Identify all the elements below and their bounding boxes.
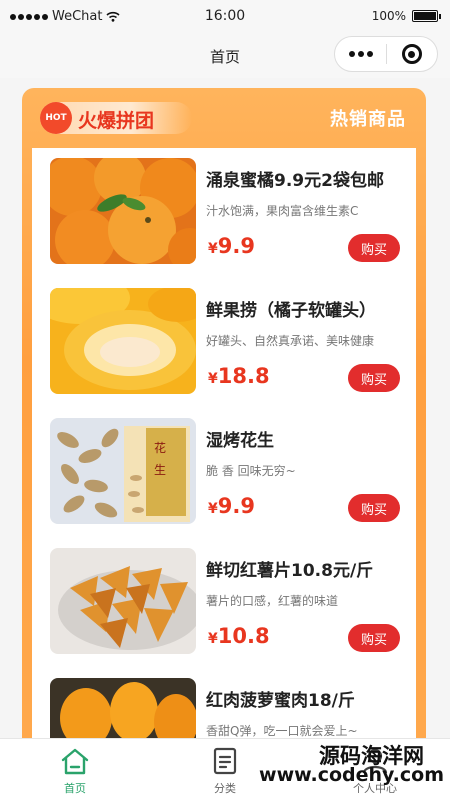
product-desc: 薯片的口感，红薯的味道 (206, 594, 339, 608)
watermark-url: www.codehy.com (259, 764, 444, 786)
hot-group-title: 火爆拼团 (78, 110, 155, 132)
battery-info: 100% (371, 9, 441, 23)
currency-symbol: ¥ (208, 501, 218, 517)
product-info: 涌泉蜜橘9.9元2袋包邮 汁水饱满，果肉富含维生素C ¥9.9 购买 (206, 158, 400, 264)
product-card[interactable]: 花 生 湿烤花生 脆 香 回味无穷~ ¥9.9 购买 (50, 418, 400, 526)
product-desc: 好罐头、自然真承诺、美味健康 (206, 334, 375, 348)
price-value: 18.8 (217, 364, 270, 388)
product-image-sweet-potato-chips[interactable] (50, 548, 196, 654)
product-title[interactable]: 湿烤花生 (206, 426, 400, 451)
buy-button[interactable]: 购买 (348, 494, 400, 522)
category-icon (213, 747, 237, 775)
hot-products-panel: HOT 火爆拼团 热销商品 涌泉蜜橘9.9元2袋包邮 汁水饱满，果肉富含维生素C… (22, 88, 426, 768)
product-title[interactable]: 鲜果捞（橘子软罐头） (206, 296, 400, 321)
product-price: ¥18.8 (208, 364, 270, 388)
product-info: 鲜果捞（橘子软罐头） 好罐头、自然真承诺、美味健康 ¥18.8 购买 (206, 288, 400, 394)
price-value: 9.9 (217, 494, 255, 518)
product-image-peanuts[interactable]: 花 生 (50, 418, 196, 524)
product-card[interactable]: 涌泉蜜橘9.9元2袋包邮 汁水饱满，果肉富含维生素C ¥9.9 购买 (50, 158, 400, 266)
product-card[interactable]: 鲜果捞（橘子软罐头） 好罐头、自然真承诺、美味健康 ¥18.8 购买 (50, 288, 400, 396)
product-list: 涌泉蜜橘9.9元2袋包邮 汁水饱满，果肉富含维生素C ¥9.9 购买 鲜果捞（橘 (32, 148, 416, 768)
buy-button[interactable]: 购买 (348, 234, 400, 262)
product-image-mandarin[interactable] (50, 158, 196, 264)
product-price: ¥10.8 (208, 624, 270, 648)
panel-header: HOT 火爆拼团 热销商品 (22, 88, 426, 146)
status-bar: WeChat 16:00 100% (0, 0, 450, 34)
product-title[interactable]: 鲜切红薯片10.8元/斤 (206, 556, 400, 581)
product-title[interactable]: 红肉菠萝蜜肉18/斤 (206, 686, 400, 711)
home-icon (61, 748, 89, 775)
mini-program-capsule (334, 36, 438, 72)
currency-symbol: ¥ (208, 241, 218, 257)
product-info: 鲜切红薯片10.8元/斤 薯片的口感，红薯的味道 ¥10.8 购买 (206, 548, 400, 654)
close-miniprogram-button[interactable] (387, 44, 437, 64)
svg-text:生: 生 (154, 463, 166, 477)
currency-symbol: ¥ (208, 371, 218, 387)
battery-percent: 100% (371, 9, 406, 23)
product-desc: 香甜Q弹，吃一口就会爱上~ (206, 724, 358, 738)
more-icon[interactable] (335, 51, 386, 57)
hot-products-title: 热销商品 (330, 109, 406, 130)
hot-flame-icon: HOT (40, 102, 72, 134)
target-icon (401, 44, 422, 64)
battery-icon (412, 10, 441, 22)
product-price: ¥9.9 (208, 234, 255, 258)
product-desc: 脆 香 回味无穷~ (206, 464, 296, 478)
tab-label: 首页 (64, 782, 86, 795)
product-card[interactable]: 鲜切红薯片10.8元/斤 薯片的口感，红薯的味道 ¥10.8 购买 (50, 548, 400, 656)
product-title[interactable]: 涌泉蜜橘9.9元2袋包邮 (206, 166, 400, 191)
price-value: 10.8 (217, 624, 270, 648)
price-value: 9.9 (217, 234, 255, 258)
buy-button[interactable]: 购买 (348, 624, 400, 652)
nav-bar: 首页 (0, 34, 450, 78)
buy-button[interactable]: 购买 (348, 364, 400, 392)
product-image-peach-cup[interactable] (50, 288, 196, 394)
svg-text:花: 花 (154, 440, 166, 455)
currency-symbol: ¥ (208, 631, 218, 647)
tab-home[interactable]: 首页 (0, 739, 150, 795)
product-info: 湿烤花生 脆 香 回味无穷~ ¥9.9 购买 (206, 418, 400, 524)
hot-group-badge: HOT 火爆拼团 (40, 102, 192, 134)
product-desc: 汁水饱满，果肉富含维生素C (206, 204, 359, 218)
product-price: ¥9.9 (208, 494, 255, 518)
